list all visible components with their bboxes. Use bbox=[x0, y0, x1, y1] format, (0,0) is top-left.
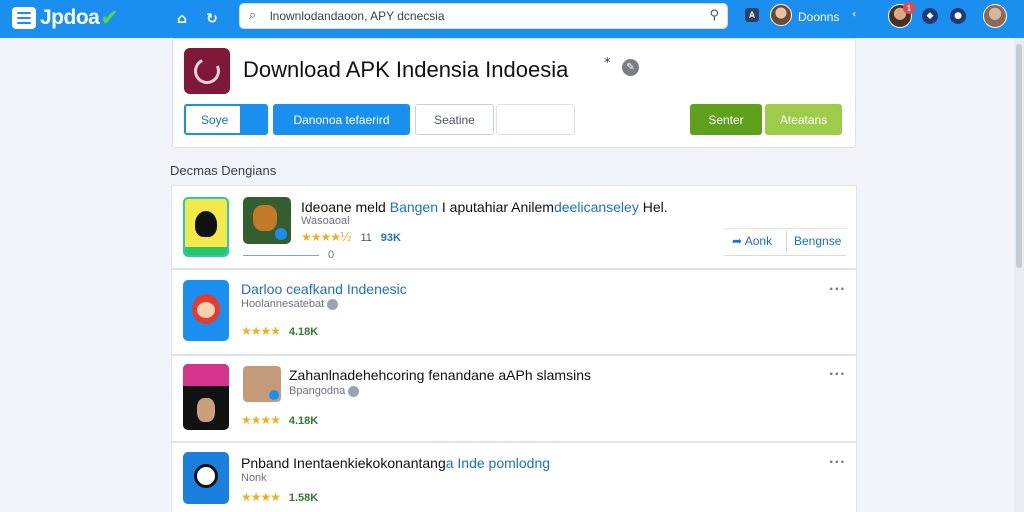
menu-icon[interactable] bbox=[12, 7, 36, 29]
app-thumbnail bbox=[183, 280, 229, 341]
rating-count: 11 bbox=[360, 232, 372, 244]
home-icon[interactable]: ⌂ bbox=[171, 8, 193, 30]
save-button[interactable]: Soye bbox=[184, 104, 268, 135]
account-square-icon[interactable]: A bbox=[745, 8, 759, 22]
thumb-banner bbox=[183, 364, 229, 386]
face-icon bbox=[197, 302, 215, 318]
more-options-icon[interactable]: ··· bbox=[829, 455, 846, 469]
checkmark-icon: ✔ bbox=[100, 5, 119, 31]
title-part: I aputahiar Anilem bbox=[438, 199, 554, 215]
search-input[interactable]: lnownlodandaoon, APY dcnecsia bbox=[270, 9, 445, 23]
item-rating: ★★★★ 1.58K bbox=[241, 490, 318, 504]
app-thumbnail bbox=[183, 197, 229, 257]
notification-badge: 1 bbox=[903, 2, 915, 14]
game-thumbnail bbox=[243, 197, 291, 244]
item-title[interactable]: Pnband Inentaenkiekokonantanga Inde poml… bbox=[241, 455, 550, 471]
avatar[interactable] bbox=[770, 4, 792, 26]
voice-search-icon[interactable]: ⚲ bbox=[709, 8, 719, 23]
center-button[interactable]: Senter bbox=[690, 104, 762, 135]
app-icon bbox=[184, 48, 230, 94]
page-title: Download APK Indensia Indoesia bbox=[243, 57, 569, 82]
scrollbar-thumb[interactable] bbox=[1016, 44, 1022, 268]
item-subtitle: Hoolannesatebat bbox=[241, 298, 339, 310]
circle-icon bbox=[194, 464, 218, 488]
item-size: 4.18K bbox=[288, 326, 319, 338]
progress-line bbox=[243, 255, 319, 256]
section-heading: Decmas Dengians bbox=[170, 163, 277, 178]
action-group: ➦ Aonk Bengnse bbox=[724, 228, 846, 256]
thumb-strip bbox=[185, 247, 227, 255]
shield-icon[interactable]: ◆ bbox=[922, 8, 938, 24]
search-icon: ⌕ bbox=[249, 8, 257, 23]
subtitle-text: Bpangodna bbox=[289, 385, 346, 397]
title-link[interactable]: a Inde pomlodng bbox=[446, 455, 550, 471]
more-options-icon[interactable]: ··· bbox=[829, 367, 846, 381]
detail-button[interactable]: Bengnse bbox=[794, 234, 841, 248]
rating-stars: ★★★★½ bbox=[301, 230, 352, 244]
item-size: 4.18K bbox=[288, 415, 319, 427]
item-rating: ★★★★ 4.18K bbox=[241, 413, 318, 427]
item-title[interactable]: Zahanlnadehehcoring fenandane aAPh slams… bbox=[289, 367, 591, 383]
rating-stars: ★★★★ bbox=[241, 413, 281, 427]
title-part: Pnband Inentaenkiekokonantang bbox=[241, 455, 446, 471]
aux-button[interactable]: Ateatans bbox=[765, 104, 842, 135]
user-name[interactable]: Doonns bbox=[798, 10, 839, 24]
item-size: 1.58K bbox=[288, 492, 319, 504]
title-link[interactable]: Bangen bbox=[390, 199, 438, 215]
logo[interactable]: Jpdoa ✔ bbox=[12, 3, 119, 33]
item-title[interactable]: Darloo ceafkand Indenesic bbox=[241, 281, 407, 297]
author-avatar bbox=[243, 366, 281, 402]
secondary-button[interactable]: Seatine bbox=[415, 104, 494, 135]
item-size: 93K bbox=[380, 232, 401, 244]
creature-icon bbox=[195, 211, 217, 237]
dropdown-segment[interactable] bbox=[240, 106, 266, 133]
save-label: Soye bbox=[201, 112, 229, 127]
item-title[interactable]: Ideoane meld Bangen I aputahiar Anilemde… bbox=[301, 199, 668, 215]
chevron-icon[interactable]: ‹ bbox=[852, 9, 856, 20]
download-button[interactable]: Danonoa tefaerird bbox=[273, 104, 410, 135]
share-button[interactable]: ➦ Aonk bbox=[732, 234, 772, 248]
item-subtitle: Nonk bbox=[241, 472, 267, 484]
divider bbox=[786, 231, 787, 253]
flame-icon bbox=[190, 54, 224, 88]
info-icon[interactable] bbox=[327, 298, 339, 310]
share-label: Aonk bbox=[744, 234, 773, 248]
verified-icon bbox=[275, 228, 287, 240]
title-link[interactable]: deelicanseley bbox=[554, 199, 639, 215]
refresh-icon[interactable]: ↻ bbox=[201, 8, 223, 30]
item-rating: ★★★★ 4.18K bbox=[241, 324, 318, 338]
item-subtitle: Bpangodna bbox=[289, 385, 360, 397]
settings-icon[interactable]: ● bbox=[950, 8, 966, 24]
share-icon: ➦ bbox=[732, 234, 743, 248]
more-options-icon[interactable]: ··· bbox=[829, 282, 846, 296]
item-subtitle: Wasoaoal bbox=[301, 215, 350, 227]
search-bar[interactable]: ⌕ lnownlodandaoon, APY dcnecsia ⚲ bbox=[239, 3, 728, 29]
person-icon bbox=[197, 398, 215, 422]
app-thumbnail bbox=[183, 452, 229, 504]
app-thumbnail bbox=[183, 364, 229, 430]
account-avatar[interactable] bbox=[983, 4, 1007, 28]
title-mark: * bbox=[604, 56, 611, 71]
verified-icon bbox=[269, 390, 279, 400]
item-meta: 0 bbox=[328, 249, 335, 261]
blank-button[interactable] bbox=[496, 104, 575, 135]
subtitle-text: Hoolannesatebat bbox=[241, 298, 325, 310]
item-rating: ★★★★½ 11 93K bbox=[301, 230, 401, 244]
title-part: Hel. bbox=[638, 199, 668, 215]
gear-icon[interactable]: ✎ bbox=[622, 59, 639, 76]
rating-stars: ★★★★ bbox=[241, 490, 281, 504]
character-icon bbox=[253, 205, 277, 231]
title-part: Ideoane meld bbox=[301, 199, 390, 215]
rating-stars: ★★★★ bbox=[241, 324, 281, 338]
logo-text: Jpdoa bbox=[40, 6, 100, 29]
info-icon[interactable] bbox=[348, 385, 360, 397]
